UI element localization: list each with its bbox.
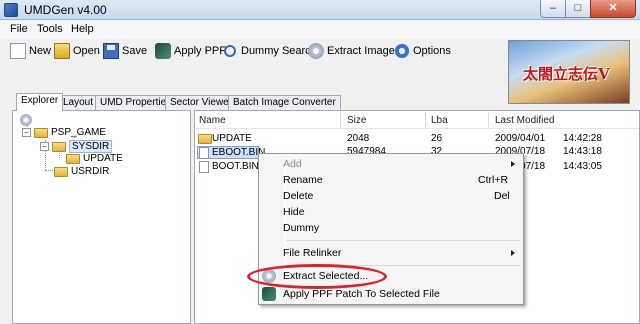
menu-separator	[286, 240, 520, 241]
extract-image-button[interactable]: Extract Image	[308, 41, 395, 61]
column-divider[interactable]	[425, 112, 426, 128]
tab-batch-image-converter[interactable]: Batch Image Converter	[228, 95, 341, 110]
open-folder-icon	[54, 43, 70, 59]
context-item-apply-ppf-patch[interactable]: Apply PPF Patch To Selected File	[283, 288, 440, 300]
disc-icon	[308, 43, 324, 59]
submenu-arrow-icon	[511, 161, 515, 167]
collapse-toggle[interactable]: −	[22, 128, 31, 137]
file-size: 2048	[347, 133, 370, 144]
file-name[interactable]: BOOT.BIN	[212, 161, 259, 172]
open-label: Open	[73, 45, 100, 57]
ppf-icon	[155, 43, 171, 59]
tree-item-psp-game[interactable]: − PSP_GAME	[22, 127, 106, 138]
app-icon	[4, 3, 18, 17]
column-divider[interactable]	[340, 112, 341, 128]
column-header-name[interactable]: Name	[199, 115, 226, 126]
tree-connector	[45, 170, 53, 171]
ppf-icon	[262, 287, 276, 301]
tree-item-label: UPDATE	[83, 153, 123, 164]
tree-connector	[59, 153, 60, 158]
close-button[interactable]: ✕	[590, 0, 636, 18]
menu-file[interactable]: File	[10, 23, 28, 35]
context-item-dummy[interactable]: Dummy	[283, 222, 319, 234]
apply-ppf-label: Apply PPF	[174, 45, 226, 57]
file-lba: 26	[431, 133, 443, 144]
collapse-toggle[interactable]: −	[40, 142, 49, 151]
menu-help[interactable]: Help	[71, 23, 94, 35]
menu-tools[interactable]: Tools	[37, 23, 63, 35]
game-banner-image: 太閤立志伝V	[508, 40, 630, 104]
column-header-size[interactable]: Size	[347, 115, 366, 126]
context-item-add[interactable]: Add	[283, 158, 302, 170]
folder-icon	[34, 127, 48, 138]
tree-item-label: SYSDIR	[69, 140, 113, 153]
title-bar: UMDGen v4.00 – □ ✕	[0, 0, 640, 20]
new-button[interactable]: New	[10, 41, 51, 61]
tab-sector-viewer[interactable]: Sector Viewer	[165, 95, 238, 110]
minimize-button[interactable]: –	[540, 0, 566, 18]
folder-icon	[66, 153, 80, 164]
options-label: Options	[413, 45, 451, 57]
column-header-lba[interactable]: Lba	[431, 115, 448, 126]
file-name[interactable]: UPDATE	[212, 133, 252, 144]
delete-shortcut: Del	[494, 190, 510, 202]
new-file-icon	[10, 43, 26, 59]
folder-icon	[198, 134, 212, 144]
context-item-hide[interactable]: Hide	[283, 206, 305, 218]
menu-bar: File Tools Help	[0, 21, 640, 39]
disc-icon	[20, 114, 32, 126]
tab-explorer[interactable]: Explorer	[16, 93, 64, 111]
folder-icon	[54, 166, 68, 177]
context-item-file-relinker[interactable]: File Relinker	[283, 247, 341, 259]
open-button[interactable]: Open	[54, 41, 100, 61]
folder-icon	[52, 141, 66, 152]
save-label: Save	[122, 45, 148, 57]
tree-item-usrdir[interactable]: USRDIR	[54, 166, 109, 177]
annotation-ellipse	[247, 264, 387, 289]
banner-title: 太閤立志伝V	[523, 65, 610, 83]
new-label: New	[29, 45, 52, 57]
tree-item-sysdir[interactable]: − SYSDIR	[40, 140, 113, 153]
column-header-last-modified[interactable]: Last Modified	[495, 115, 554, 126]
header-divider	[195, 128, 639, 129]
column-divider[interactable]	[488, 112, 489, 128]
options-button[interactable]: Options	[394, 41, 451, 61]
tree-item-label: USRDIR	[71, 166, 110, 177]
tree-item-update[interactable]: UPDATE	[66, 153, 123, 164]
apply-ppf-button[interactable]: Apply PPF	[155, 41, 226, 61]
file-date: 2009/04/01	[495, 133, 546, 144]
tab-umd-properties[interactable]: UMD Properties	[95, 95, 177, 110]
window-title: UMDGen v4.00	[24, 3, 107, 17]
file-icon	[199, 161, 209, 173]
tab-layout[interactable]: Layout	[58, 95, 99, 110]
tree-item-label: PSP_GAME	[51, 127, 107, 138]
extract-image-label: Extract Image	[327, 45, 395, 57]
gear-icon	[394, 43, 410, 59]
file-time: 14:42:28	[563, 133, 602, 144]
submenu-arrow-icon	[511, 250, 515, 256]
save-button[interactable]: Save	[103, 41, 147, 61]
file-icon	[199, 147, 209, 159]
file-time: 14:43:05	[563, 161, 602, 172]
search-icon	[224, 45, 236, 57]
maximize-button[interactable]: □	[565, 0, 591, 18]
dummy-search-button[interactable]: Dummy Search	[222, 41, 317, 61]
tree-root-disc[interactable]	[20, 114, 32, 126]
rename-shortcut: Ctrl+R	[478, 174, 509, 186]
file-time: 14:43:18	[563, 146, 602, 157]
save-disk-icon	[103, 43, 119, 59]
context-item-rename[interactable]: Rename	[283, 174, 323, 186]
context-item-delete[interactable]: Delete	[283, 190, 313, 202]
dummy-search-label: Dummy Search	[241, 45, 317, 57]
